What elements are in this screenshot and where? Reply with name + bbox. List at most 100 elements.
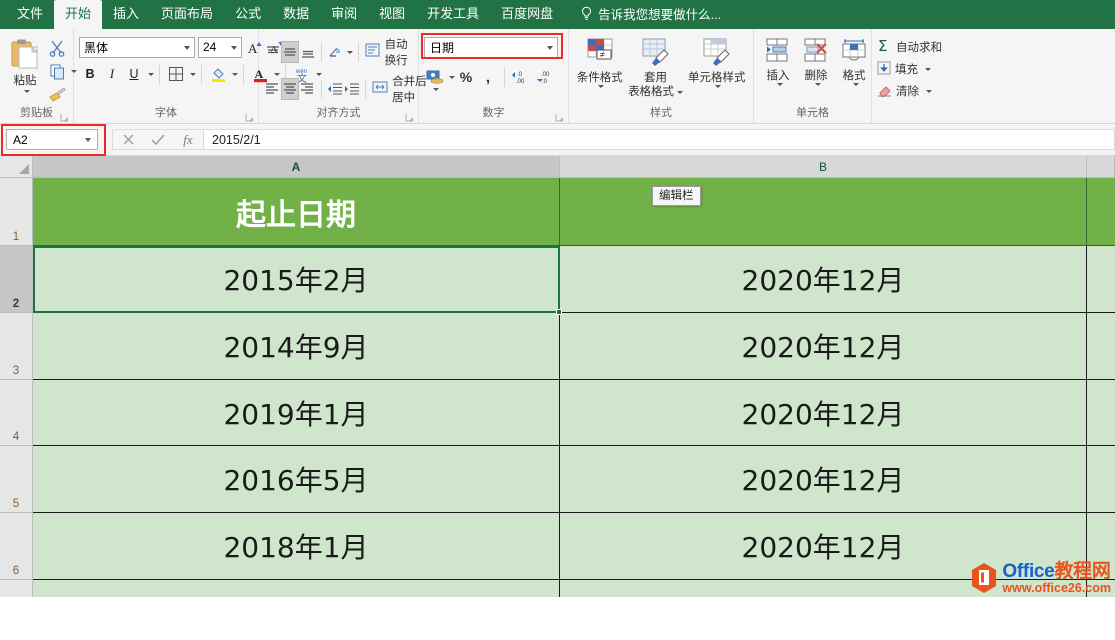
- cell-a2[interactable]: 2015年2月: [33, 246, 560, 313]
- row-header-6[interactable]: 6: [0, 513, 33, 580]
- cell-a6[interactable]: 2018年1月: [33, 513, 560, 580]
- cancel-icon[interactable]: [113, 129, 143, 150]
- column-header-b[interactable]: B: [560, 156, 1087, 178]
- increase-decimal-icon[interactable]: .0.00: [510, 66, 534, 88]
- number-format-caret[interactable]: [547, 46, 553, 50]
- paste-dropdown-caret[interactable]: [23, 90, 30, 93]
- percent-style-icon[interactable]: %: [455, 66, 477, 88]
- cell-c3[interactable]: [1087, 313, 1115, 380]
- align-top-icon[interactable]: [264, 41, 281, 63]
- cell-c4[interactable]: [1087, 380, 1115, 446]
- tab-view[interactable]: 视图: [368, 0, 416, 29]
- fill-handle[interactable]: [556, 309, 562, 315]
- select-all-corner[interactable]: [0, 156, 33, 178]
- cell-b5[interactable]: 2020年12月: [560, 446, 1087, 513]
- fill-color-icon[interactable]: [207, 63, 229, 85]
- tab-insert[interactable]: 插入: [102, 0, 150, 29]
- tab-page-layout[interactable]: 页面布局: [150, 0, 224, 29]
- cell-b3[interactable]: 2020年12月: [560, 313, 1087, 380]
- column-header-c[interactable]: [1087, 156, 1115, 178]
- insert-cells-button[interactable]: 插入: [759, 36, 797, 88]
- cell-c2[interactable]: [1087, 246, 1115, 313]
- format-cells-button[interactable]: 格式: [835, 36, 873, 88]
- cell-b1[interactable]: [560, 178, 1087, 246]
- cell-a1[interactable]: 起止日期: [33, 178, 560, 246]
- cell-b2[interactable]: 2020年12月: [560, 246, 1087, 313]
- alignment-dialog-launcher[interactable]: [405, 112, 414, 122]
- row-header-3[interactable]: 3: [0, 313, 33, 380]
- row-header-2[interactable]: 2: [0, 246, 33, 313]
- underline-dropdown-caret[interactable]: [148, 72, 154, 76]
- align-right-icon[interactable]: [299, 78, 316, 100]
- borders-icon[interactable]: [165, 63, 187, 85]
- row-header-7[interactable]: [0, 580, 33, 597]
- format-as-table-button[interactable]: 套用 表格格式: [626, 36, 686, 101]
- increase-indent-icon[interactable]: [343, 78, 360, 100]
- format-as-table-caret[interactable]: [677, 90, 684, 94]
- orientation-caret[interactable]: [346, 50, 353, 54]
- font-name-input[interactable]: 黑体: [79, 36, 195, 58]
- tab-home[interactable]: 开始: [54, 0, 103, 29]
- wrap-text-button[interactable]: 自动换行: [364, 36, 416, 68]
- check-icon[interactable]: [143, 129, 173, 150]
- conditional-formatting-caret[interactable]: [598, 85, 605, 88]
- row-header-1[interactable]: 1: [0, 178, 33, 246]
- font-dialog-launcher[interactable]: [245, 112, 254, 122]
- copy-icon[interactable]: [46, 60, 68, 82]
- autosum-button[interactable]: Σ 自动求和: [877, 36, 942, 58]
- cell-a4[interactable]: 2019年1月: [33, 380, 560, 446]
- tell-me-box[interactable]: 告诉我您想要做什么...: [564, 0, 731, 29]
- decrease-indent-icon[interactable]: [326, 78, 343, 100]
- tab-baidu-netdisk[interactable]: 百度网盘: [490, 0, 564, 29]
- cell-a5[interactable]: 2016年5月: [33, 446, 560, 513]
- fill-button[interactable]: 填充: [877, 58, 931, 80]
- number-format-select[interactable]: 日期: [424, 37, 558, 58]
- delete-cells-caret[interactable]: [814, 83, 821, 86]
- cell-styles-caret[interactable]: [715, 85, 722, 88]
- name-box-caret[interactable]: [85, 138, 91, 142]
- font-size-input[interactable]: 24: [198, 36, 242, 58]
- orientation-icon[interactable]: a: [327, 41, 344, 63]
- align-left-icon[interactable]: [264, 78, 281, 100]
- align-middle-icon[interactable]: [281, 41, 300, 63]
- delete-cells-button[interactable]: 删除: [797, 36, 835, 88]
- accounting-format-icon[interactable]: [424, 66, 446, 88]
- column-header-a[interactable]: A: [33, 156, 560, 178]
- fill-caret[interactable]: [925, 67, 931, 71]
- clear-caret[interactable]: [926, 89, 932, 93]
- name-box[interactable]: A2: [6, 129, 98, 150]
- tab-file[interactable]: 文件: [6, 0, 54, 29]
- conditional-formatting-button[interactable]: ≠ 条件格式: [574, 36, 626, 90]
- format-cells-caret[interactable]: [852, 83, 859, 86]
- formula-input[interactable]: 2015/2/1: [203, 129, 1115, 150]
- cell-c1[interactable]: [1087, 178, 1115, 246]
- italic-button[interactable]: I: [101, 64, 123, 85]
- decrease-decimal-icon[interactable]: .00.0: [534, 66, 558, 88]
- fill-color-caret[interactable]: [232, 72, 238, 76]
- clipboard-dialog-launcher[interactable]: [60, 112, 69, 122]
- tab-formulas[interactable]: 公式: [224, 0, 272, 29]
- align-center-icon[interactable]: [280, 78, 299, 100]
- comma-style-icon[interactable]: ,: [477, 66, 499, 88]
- bold-button[interactable]: B: [79, 64, 101, 85]
- cell-styles-button[interactable]: 单元格样式: [686, 36, 748, 90]
- row-header-5[interactable]: 5: [0, 446, 33, 513]
- tab-review[interactable]: 审阅: [320, 0, 368, 29]
- align-bottom-icon[interactable]: [299, 41, 316, 63]
- font-size-caret[interactable]: [231, 45, 237, 50]
- clear-button[interactable]: 清除: [877, 80, 932, 102]
- format-painter-icon[interactable]: [46, 83, 68, 105]
- borders-dropdown-caret[interactable]: [190, 72, 196, 76]
- number-dialog-launcher[interactable]: [555, 112, 564, 122]
- cell-c5[interactable]: [1087, 446, 1115, 513]
- paste-button[interactable]: 粘贴: [6, 35, 44, 95]
- underline-button[interactable]: U: [123, 64, 145, 85]
- cell-a7[interactable]: [33, 580, 560, 597]
- tab-data[interactable]: 数据: [272, 0, 320, 29]
- cell-a3[interactable]: 2014年9月: [33, 313, 560, 380]
- insert-cells-caret[interactable]: [776, 83, 783, 86]
- font-name-caret[interactable]: [184, 45, 190, 50]
- cell-b4[interactable]: 2020年12月: [560, 380, 1087, 446]
- cut-icon[interactable]: [46, 37, 68, 59]
- fx-icon[interactable]: fx: [173, 129, 203, 150]
